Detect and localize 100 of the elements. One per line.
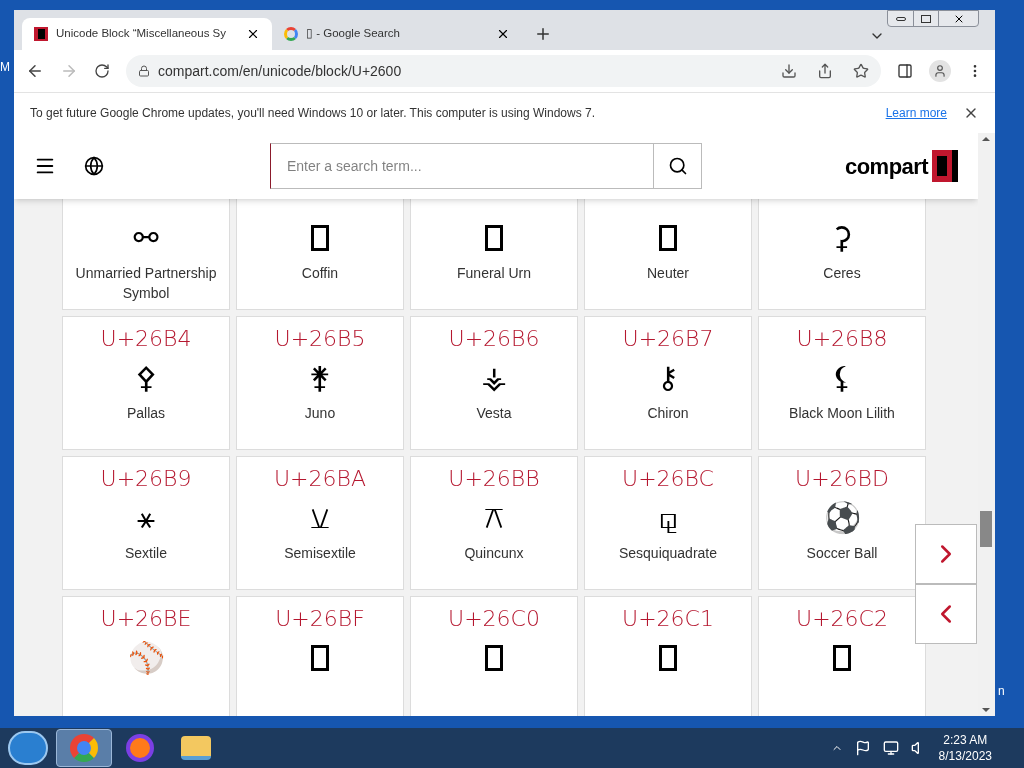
symbol-name: Soccer Ball: [805, 544, 879, 563]
code-point: U+26B6: [448, 325, 540, 353]
code-point: U+26BC: [622, 465, 714, 493]
symbol-card[interactable]: U+26B7 ⚷ Chiron: [584, 316, 752, 450]
missing-glyph-icon: [485, 225, 503, 251]
lock-icon: [138, 65, 150, 77]
missing-glyph-icon: [659, 225, 677, 251]
symbol-glyph: ⚸: [831, 363, 853, 393]
symbol-name: Neuter: [646, 264, 690, 283]
symbol-card[interactable]: U+26BF: [236, 596, 404, 716]
browser-tab[interactable]: Unicode Block “Miscellaneous Sy: [22, 18, 272, 50]
share-icon[interactable]: [817, 63, 833, 79]
symbol-glyph: ⚹: [137, 503, 155, 533]
symbol-card[interactable]: Coffin: [236, 199, 404, 310]
symbol-card[interactable]: U+26B6 ⚶ Vesta: [410, 316, 578, 450]
address-bar[interactable]: compart.com/en/unicode/block/U+2600: [126, 55, 881, 87]
info-message: To get future Google Chrome updates, you'll need Windows 10 or later. This computer is using Windows 7.: [30, 105, 597, 122]
code-point: U+26C0: [448, 605, 540, 633]
symbol-name: Ceres: [822, 264, 862, 283]
symbol-name: Black Moon Lilith: [788, 404, 896, 423]
code-point: U+26B7: [622, 325, 714, 353]
learn-more-link[interactable]: Learn more: [885, 104, 947, 122]
symbol-card[interactable]: U+26C0: [410, 596, 578, 716]
site-favicon: [34, 27, 48, 41]
symbol-glyph: ⚳: [831, 223, 853, 253]
symbol-glyph: ⚶: [481, 363, 507, 393]
symbol-name: Juno: [303, 404, 337, 423]
symbol-glyph: ⚯: [133, 223, 159, 253]
symbol-glyph: ⚴: [135, 363, 157, 393]
desktop-icon-label: n: [998, 683, 1005, 700]
install-icon[interactable]: [781, 63, 797, 79]
symbol-name: Coffin: [300, 264, 340, 283]
start-button[interactable]: [8, 731, 48, 765]
network-icon[interactable]: [882, 740, 899, 756]
symbol-card[interactable]: ⚳ Ceres: [758, 199, 926, 310]
symbol-card[interactable]: Funeral Urn: [410, 199, 578, 310]
code-point: U+26B4: [100, 325, 192, 353]
missing-glyph-icon: [311, 225, 329, 251]
symbol-card[interactable]: U+26BB ⚻ Quincunx: [410, 456, 578, 590]
profile-icon[interactable]: [929, 60, 951, 82]
new-tab-icon[interactable]: [534, 25, 552, 43]
code-point: U+26BD: [795, 465, 889, 493]
symbol-glyph: ⚵: [309, 363, 331, 393]
symbol-card[interactable]: U+26BA ⚺ Semisextile: [236, 456, 404, 590]
symbol-name: Sextile: [124, 544, 168, 563]
tab-title: Unicode Block “Miscellaneous Sy: [56, 26, 228, 42]
symbol-card[interactable]: U+26BE ⚾: [62, 596, 230, 716]
missing-glyph-icon: [311, 645, 329, 671]
symbol-glyph: ⚺: [310, 503, 330, 533]
language-globe-icon[interactable]: [84, 156, 104, 176]
symbol-card[interactable]: Neuter: [584, 199, 752, 310]
symbol-glyph: ⚽: [823, 503, 861, 533]
compart-logo[interactable]: compart: [845, 149, 958, 183]
symbol-card[interactable]: U+26B5 ⚵ Juno: [236, 316, 404, 450]
close-tab-icon[interactable]: [496, 27, 510, 41]
code-point: U+26C2: [796, 605, 888, 633]
symbol-name: Vesta: [475, 404, 513, 423]
side-panel-icon[interactable]: [897, 63, 913, 79]
symbol-card[interactable]: U+26C2: [758, 596, 926, 716]
symbol-card[interactable]: ⚯ Unmarried Partnership Symbol: [62, 199, 230, 310]
browser-tab[interactable]: ▯ - Google Search: [272, 18, 522, 50]
symbol-glyph: ⚷: [657, 363, 679, 393]
missing-glyph-icon: [485, 645, 503, 671]
chrome-taskbar-icon[interactable]: [56, 729, 112, 767]
missing-glyph-icon: [833, 645, 851, 671]
code-point: U+26C1: [622, 605, 714, 633]
search-icon: [667, 156, 688, 176]
desktop-icon-label: M: [0, 59, 10, 76]
action-center-icon[interactable]: [854, 740, 871, 756]
code-point: U+26BA: [274, 465, 366, 493]
code-point: U+26BF: [275, 605, 365, 633]
tab-title: ▯ - Google Search: [306, 26, 401, 42]
bookmark-star-icon[interactable]: [853, 63, 869, 79]
symbol-name: Unmarried Partnership Symbol: [74, 264, 218, 303]
symbol-name: Pallas: [125, 404, 167, 423]
symbol-name: Funeral Urn: [456, 264, 532, 283]
back-icon[interactable]: [26, 62, 44, 80]
symbol-card[interactable]: U+26B8 ⚸ Black Moon Lilith: [758, 316, 926, 450]
symbol-name: Semisextile: [283, 544, 357, 563]
symbol-card[interactable]: U+26BC ⚼ Sesquiquadrate: [584, 456, 752, 590]
close-tab-icon[interactable]: [246, 27, 260, 41]
symbol-card[interactable]: U+26B4 ⚴ Pallas: [62, 316, 230, 450]
clock[interactable]: 2:23 AM 8/13/2023: [938, 732, 992, 764]
url-text: compart.com/en/unicode/block/U+2600: [158, 61, 403, 81]
symbol-glyph: ⚻: [484, 503, 504, 533]
symbol-card[interactable]: U+26B9 ⚹ Sextile: [62, 456, 230, 590]
symbol-glyph: ⚾: [127, 643, 165, 673]
symbol-name: Sesquiquadrate: [617, 544, 719, 563]
google-favicon: [284, 27, 298, 41]
code-point: U+26B5: [274, 325, 366, 353]
search-field[interactable]: Enter a search term...: [270, 143, 654, 189]
code-point: U+26BB: [448, 465, 540, 493]
code-point: U+26B9: [100, 465, 192, 493]
code-point: U+26BE: [100, 605, 192, 633]
reload-icon[interactable]: [94, 63, 110, 79]
search-button[interactable]: [654, 143, 702, 189]
code-point: U+26B8: [796, 325, 888, 353]
symbol-card[interactable]: U+26C1: [584, 596, 752, 716]
missing-glyph-icon: [659, 645, 677, 671]
symbol-card[interactable]: U+26BD ⚽ Soccer Ball: [758, 456, 926, 590]
